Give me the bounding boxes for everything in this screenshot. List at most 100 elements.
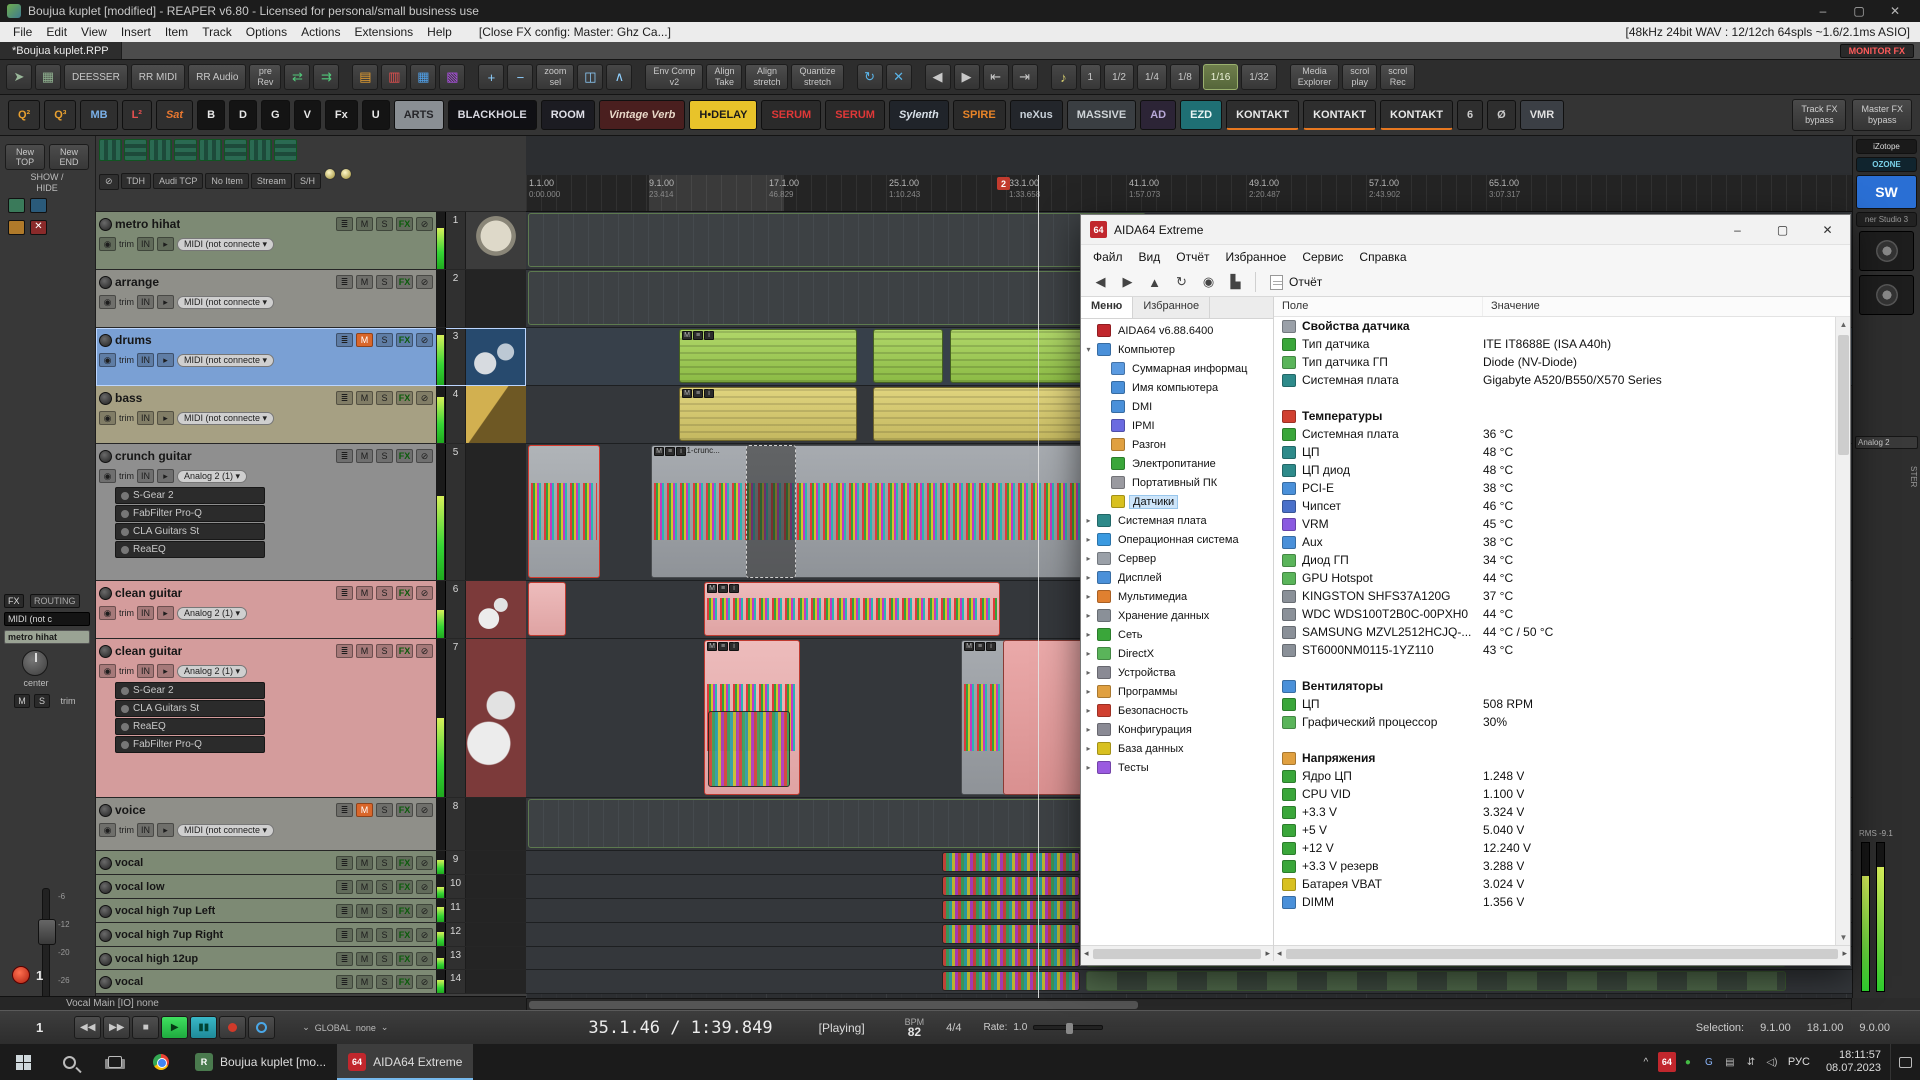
- fx-button[interactable]: FX: [396, 803, 413, 817]
- io-selector[interactable]: Analog 2 (1) ▾: [177, 470, 247, 483]
- track-name[interactable]: vocal: [115, 976, 143, 988]
- grid-tool-icon[interactable]: [149, 139, 172, 161]
- record-arm-indicator[interactable]: [12, 966, 30, 984]
- toolbar-button-116[interactable]: 1/16: [1203, 64, 1238, 90]
- media-item[interactable]: M≡i01-crunc...: [651, 445, 1146, 578]
- menu-item-insert[interactable]: Insert: [114, 24, 158, 40]
- media-item[interactable]: [942, 924, 1080, 944]
- close-button[interactable]: ✕: [1877, 0, 1913, 22]
- route-button[interactable]: ≣: [336, 975, 353, 989]
- grid-tool-icon[interactable]: [124, 139, 147, 161]
- io-selector[interactable]: MIDI (not connecte ▾: [177, 238, 274, 251]
- go-start-icon[interactable]: ⇤: [983, 64, 1009, 90]
- record-arm-button[interactable]: [99, 645, 112, 658]
- record-arm-button[interactable]: [99, 587, 112, 600]
- route-button[interactable]: ≣: [336, 449, 353, 463]
- plugin-button-vintageverb[interactable]: Vintage Verb: [599, 100, 685, 130]
- new-track-top-button[interactable]: NewTOP: [5, 144, 45, 170]
- plugin-button-serum[interactable]: SERUM: [761, 100, 821, 130]
- field-row[interactable]: Напряжения: [1274, 749, 1835, 767]
- record-arm-button[interactable]: [99, 392, 112, 405]
- plugin-button-g[interactable]: G: [261, 100, 290, 130]
- tree-item-компьютер[interactable]: ▾Компьютер: [1081, 340, 1273, 359]
- aida-close-button[interactable]: ✕: [1805, 215, 1850, 245]
- route-button[interactable]: ≣: [336, 803, 353, 817]
- loop-source-icon[interactable]: ⇄: [284, 64, 310, 90]
- tree-expand-icon[interactable]: ▸: [1084, 554, 1093, 563]
- track-row[interactable]: bass≣MSFX⊘◉trimIN▸MIDI (not connecte ▾4: [96, 386, 526, 444]
- tree-item-имякомпьютера[interactable]: Имя компьютера: [1081, 378, 1273, 397]
- grid-tool-icon[interactable]: [249, 139, 272, 161]
- mute-button[interactable]: M: [356, 333, 373, 347]
- lamp-icon[interactable]: [324, 168, 336, 180]
- fx-config-menu[interactable]: [Close FX config: Master: Ghz Ca...]: [479, 25, 671, 39]
- lamp-icon[interactable]: [340, 168, 352, 180]
- toolbar-button-align-stretch[interactable]: Alignstretch: [745, 64, 788, 90]
- tree-expand-icon[interactable]: ▸: [1084, 744, 1093, 753]
- field-row[interactable]: GPU Hotspot44 °C: [1274, 569, 1835, 587]
- notification-center-button[interactable]: [1890, 1044, 1920, 1080]
- mute-button[interactable]: M: [356, 904, 373, 918]
- track-name[interactable]: vocal: [115, 857, 143, 869]
- item-chip-icon[interactable]: M: [654, 447, 664, 456]
- plugin-button-hdelay[interactable]: H•DELAY: [689, 100, 757, 130]
- fx-slot[interactable]: CLA Guitars St: [115, 523, 265, 540]
- field-row[interactable]: ЦП48 °C: [1274, 443, 1835, 461]
- track-row[interactable]: drums≣MSFX⊘◉trimIN▸MIDI (not connecte ▾3: [96, 328, 526, 386]
- search-button[interactable]: [46, 1044, 92, 1080]
- master-fx-bypass-button[interactable]: Master FXbypass: [1852, 99, 1912, 131]
- tree-expand-icon[interactable]: ▸: [1084, 611, 1093, 620]
- fx-button[interactable]: FX: [396, 586, 413, 600]
- mixer-io-chip[interactable]: MIDI (not c: [4, 612, 90, 626]
- monitor-button[interactable]: ▸: [157, 353, 174, 367]
- track-name[interactable]: vocal high 7up Left: [115, 905, 215, 917]
- play-cursor-icon[interactable]: ▶: [954, 64, 980, 90]
- record-arm-button[interactable]: [99, 218, 112, 231]
- tree-expand-icon[interactable]: ▸: [1084, 706, 1093, 715]
- tree-expand-icon[interactable]: ▸: [1084, 668, 1093, 677]
- solo-button[interactable]: S: [376, 391, 393, 405]
- tree-item-электропитание[interactable]: Электропитание: [1081, 454, 1273, 473]
- track-row[interactable]: vocal≣MSFX⊘9: [96, 851, 526, 875]
- plugin-button-spire[interactable]: SPIRE: [953, 100, 1006, 130]
- menu-item-view[interactable]: View: [74, 24, 114, 40]
- solo-button[interactable]: S: [376, 644, 393, 658]
- fields-vscrollbar[interactable]: ▲ ▼: [1835, 317, 1850, 945]
- aida-titlebar[interactable]: 64 AIDA64 Extreme –▢✕: [1081, 215, 1850, 245]
- fx-slot[interactable]: FabFilter Pro-Q: [115, 505, 265, 522]
- tree-expand-icon[interactable]: ▸: [1084, 687, 1093, 696]
- route-button[interactable]: ≣: [336, 644, 353, 658]
- trim-knob[interactable]: ◉: [99, 237, 116, 251]
- route-button[interactable]: ≣: [336, 928, 353, 942]
- trim-knob[interactable]: ◉: [99, 353, 116, 367]
- track-row[interactable]: arrange≣MSFX⊘◉trimIN▸MIDI (not connecte …: [96, 270, 526, 328]
- status-dot-icon[interactable]: ●: [1679, 1052, 1697, 1072]
- tree-item-ipmi[interactable]: IPMI: [1081, 416, 1273, 435]
- tree-expand-icon[interactable]: ▸: [1084, 630, 1093, 639]
- grid-tool-icon[interactable]: [174, 139, 197, 161]
- monitor-button[interactable]: ▸: [157, 823, 174, 837]
- media-item[interactable]: M≡i: [704, 582, 1000, 636]
- tool-chip-auditcp[interactable]: Audi TCP: [153, 173, 203, 189]
- plugin-button-vmr[interactable]: VMR: [1520, 100, 1564, 130]
- chevron-down-icon[interactable]: ⌄: [381, 1022, 389, 1033]
- mixer-mute-button[interactable]: M: [14, 694, 30, 708]
- sw-logo[interactable]: SW: [1856, 175, 1917, 209]
- route-button[interactable]: ≣: [336, 904, 353, 918]
- start-button[interactable]: [0, 1044, 46, 1080]
- plugin-button-ad[interactable]: AD: [1140, 100, 1176, 130]
- monitor-button[interactable]: ▸: [157, 606, 174, 620]
- solo-button[interactable]: S: [376, 217, 393, 231]
- envelope-button[interactable]: ⊘: [416, 586, 433, 600]
- color-theme-icon[interactable]: ▤: [352, 64, 378, 90]
- monitor-button[interactable]: ▸: [157, 411, 174, 425]
- io-selector[interactable]: MIDI (not connecte ▾: [177, 296, 274, 309]
- route-button[interactable]: ≣: [336, 275, 353, 289]
- go-end-icon[interactable]: ⇥: [1012, 64, 1038, 90]
- mute-button[interactable]: M: [356, 586, 373, 600]
- tree-item-безопасность[interactable]: ▸Безопасность: [1081, 701, 1273, 720]
- tree-item-aida64v6886400[interactable]: AIDA64 v6.88.6400: [1081, 321, 1273, 340]
- input-button[interactable]: IN: [137, 411, 154, 425]
- plugin-button-blackhole[interactable]: BLACKHOLE: [448, 100, 537, 130]
- toolbar-button-14[interactable]: 1/4: [1137, 64, 1167, 90]
